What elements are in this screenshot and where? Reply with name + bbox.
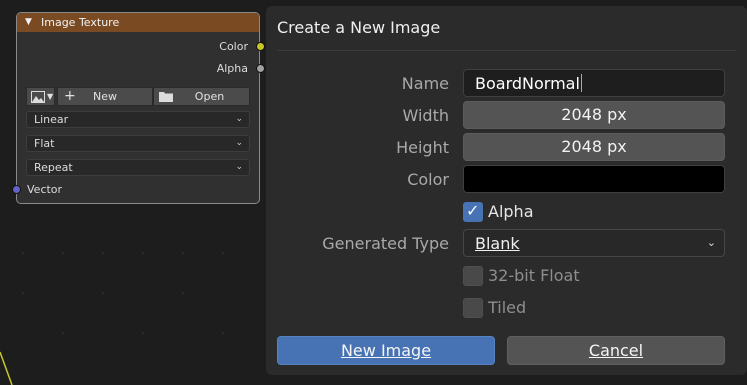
grid-dot <box>222 332 224 334</box>
interpolation-value: Linear <box>34 113 69 126</box>
node-header[interactable]: ▼ Image Texture <box>17 13 259 32</box>
chevron-down-icon: ⌄ <box>235 162 243 172</box>
extension-value: Repeat <box>34 161 73 174</box>
chevron-down-icon: ⌄ <box>706 236 716 249</box>
interpolation-dropdown[interactable]: Linear ⌄ <box>26 111 250 128</box>
chevron-down-icon: ⌄ <box>235 138 243 148</box>
grid-dot <box>222 252 224 254</box>
image-datablock-row: ▼ + New Open <box>26 87 250 106</box>
new-label: New <box>93 90 117 103</box>
divider <box>277 50 736 51</box>
color-output-socket[interactable] <box>256 42 265 51</box>
open-image-button[interactable]: Open <box>153 87 250 106</box>
grid-dot <box>142 252 144 254</box>
grid-dot <box>142 332 144 334</box>
cancel-button[interactable]: Cancel <box>507 336 725 365</box>
extension-dropdown[interactable]: Repeat ⌄ <box>26 159 250 176</box>
grid-dot <box>62 252 64 254</box>
tiled-label: Tiled <box>488 298 527 317</box>
generated-type-label: Generated Type <box>322 234 449 253</box>
image-icon <box>31 91 45 103</box>
name-input[interactable]: BoardNormal <box>463 69 725 97</box>
new-image-label: New Image <box>340 341 432 360</box>
generated-type-dropdown[interactable]: Blank ⌄ <box>463 229 725 257</box>
node-title: Image Texture <box>41 16 120 29</box>
output-color-label: Color <box>219 40 248 53</box>
vector-input-socket[interactable] <box>12 185 21 194</box>
projection-dropdown[interactable]: Flat ⌄ <box>26 135 250 152</box>
open-label: Open <box>194 90 225 103</box>
checkmark-icon: ✓ <box>466 201 480 220</box>
collapse-chevron-icon[interactable]: ▼ <box>25 13 32 32</box>
grid-dot <box>102 292 104 294</box>
chevron-down-icon: ▼ <box>47 92 54 101</box>
chevron-down-icon: ⌄ <box>235 114 243 124</box>
alpha-checkbox[interactable]: ✓ <box>463 201 483 222</box>
create-new-image-dialog: Create a New Image Name BoardNormal Widt… <box>266 6 747 375</box>
width-label: Width <box>402 106 449 125</box>
projection-value: Flat <box>34 137 55 150</box>
image-picker-button[interactable]: ▼ <box>26 87 55 106</box>
generated-type-value: Blank <box>475 234 520 253</box>
tiled-checkbox[interactable] <box>463 298 483 318</box>
node-link-wire <box>0 351 13 385</box>
grid-dot <box>22 252 24 254</box>
grid-dot <box>182 252 184 254</box>
height-field[interactable]: 2048 px <box>463 133 725 161</box>
plus-icon: + <box>64 88 76 104</box>
alpha-output-socket[interactable] <box>256 64 265 73</box>
new-image-ok-button[interactable]: New Image <box>277 336 495 365</box>
dialog-title: Create a New Image <box>277 18 441 37</box>
float-checkbox[interactable] <box>463 266 483 286</box>
output-alpha-label: Alpha <box>216 62 248 75</box>
color-swatch[interactable] <box>463 165 725 193</box>
width-field[interactable]: 2048 px <box>463 101 725 129</box>
text-cursor <box>580 74 582 92</box>
color-label: Color <box>407 170 449 189</box>
grid-dot <box>182 292 184 294</box>
grid-dot <box>22 292 24 294</box>
input-vector-label: Vector <box>27 183 63 196</box>
image-texture-node[interactable]: ▼ Image Texture Color Alpha ▼ + New Open… <box>16 12 260 204</box>
grid-dot <box>62 332 64 334</box>
grid-dot <box>102 252 104 254</box>
alpha-label: Alpha <box>488 202 534 221</box>
cancel-label: Cancel <box>588 341 644 360</box>
name-value: BoardNormal <box>475 74 580 93</box>
new-image-button[interactable]: + New <box>57 87 153 106</box>
height-label: Height <box>396 138 449 157</box>
float-label: 32-bit Float <box>488 266 580 285</box>
folder-icon <box>159 92 173 102</box>
name-label: Name <box>401 74 449 93</box>
